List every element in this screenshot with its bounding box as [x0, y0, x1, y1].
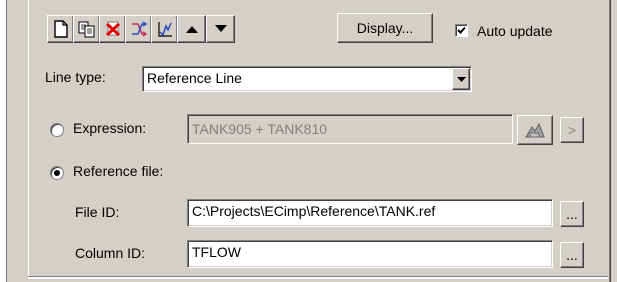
- new-button[interactable]: [47, 15, 74, 43]
- checkmark-icon: [457, 26, 466, 34]
- plot-icon: [157, 22, 172, 37]
- expression-builder-button[interactable]: [517, 115, 553, 145]
- delete-button[interactable]: [99, 15, 126, 43]
- file-id-value: C:\Projects\ECimp\Reference\TANK.ref: [192, 203, 436, 219]
- bottom-divider: [28, 276, 608, 279]
- shuffle-button[interactable]: [125, 15, 152, 43]
- expression-value: TANK905 + TANK810: [192, 121, 328, 137]
- column-id-browse-button[interactable]: ...: [560, 242, 584, 268]
- reference-file-radio[interactable]: [50, 166, 64, 180]
- line-type-value: Reference Line: [147, 70, 242, 86]
- display-button-label: Display...: [356, 20, 414, 36]
- browse-icon: ...: [566, 206, 578, 222]
- copy-button[interactable]: [73, 15, 100, 43]
- chevron-down-icon: [456, 76, 466, 82]
- display-button[interactable]: Display...: [337, 13, 433, 43]
- file-id-browse-button[interactable]: ...: [560, 201, 584, 227]
- expression-label: Expression:: [73, 120, 147, 136]
- delete-icon: [105, 21, 120, 37]
- column-id-value: TFLOW: [192, 244, 241, 260]
- line-type-select[interactable]: Reference Line: [142, 66, 472, 92]
- window-right-edge: [609, 0, 617, 282]
- new-icon: [53, 20, 68, 38]
- copy-icon: [78, 21, 94, 38]
- reference-file-label: Reference file:: [73, 163, 164, 179]
- file-id-input[interactable]: C:\Projects\ECimp\Reference\TANK.ref: [187, 199, 553, 227]
- move-down-icon: [214, 25, 227, 32]
- window-left-edge: [0, 0, 7, 282]
- shuffle-icon: [131, 21, 147, 37]
- expression-radio[interactable]: [50, 123, 64, 137]
- column-id-input[interactable]: TFLOW: [187, 240, 553, 268]
- file-id-label: File ID:: [75, 204, 120, 220]
- arrow-right-icon: >: [567, 122, 577, 138]
- move-up-icon: [185, 26, 198, 33]
- line-type-label: Line type:: [45, 69, 106, 85]
- move-down-button[interactable]: [206, 15, 235, 43]
- expression-input[interactable]: TANK905 + TANK810: [187, 114, 513, 144]
- expression-builder-icon: [525, 122, 545, 138]
- move-up-button[interactable]: [177, 15, 206, 43]
- browse-icon: ...: [566, 247, 578, 263]
- line-type-dropdown-button[interactable]: [452, 68, 470, 90]
- plot-button[interactable]: [151, 15, 178, 43]
- column-id-label: Column ID:: [75, 245, 146, 261]
- auto-update-label: Auto update: [477, 23, 553, 39]
- auto-update-checkbox[interactable]: [455, 24, 468, 37]
- expression-arrow-button[interactable]: >: [560, 117, 584, 143]
